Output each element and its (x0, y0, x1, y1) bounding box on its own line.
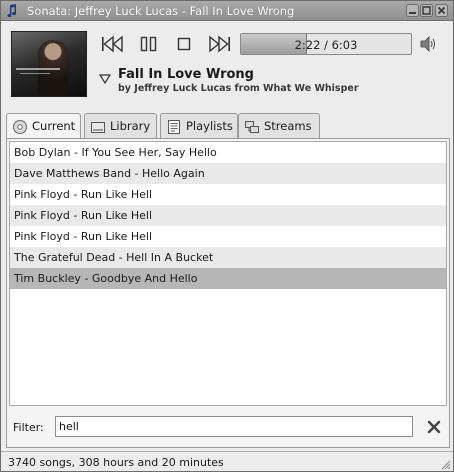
playlist-row[interactable]: The Grateful Dead - Hell In A Bucket (10, 247, 446, 268)
maximize-icon[interactable] (420, 4, 433, 17)
tab-current[interactable]: Current (6, 113, 81, 140)
music-note-icon (7, 4, 17, 18)
status-bar: 3740 songs, 308 hours and 20 minutes (1, 451, 453, 471)
sonata-window: Sonata: Jeffrey Luck Lucas - Fall In Lov… (0, 0, 454, 472)
skip-forward-icon[interactable] (206, 32, 232, 56)
minimize-icon[interactable] (406, 4, 419, 17)
playlist-row[interactable]: Pink Floyd - Run Like Hell (10, 184, 446, 205)
tab-playlists[interactable]: Playlists (160, 113, 238, 139)
tab-streams[interactable]: Streams (238, 113, 320, 139)
drive-icon (91, 122, 105, 133)
player-area: 2:22 / 6:03 Fall In Love Wrong by Jeffre… (1, 22, 453, 108)
filter-label: Filter: (13, 421, 44, 434)
tab-library[interactable]: Library (84, 113, 157, 139)
current-playlist-panel: Bob Dylan - If You See Her, Say Hello Da… (6, 138, 450, 448)
cover-text-line (16, 68, 60, 70)
document-list-icon (168, 120, 180, 134)
progress-bar[interactable]: 2:22 / 6:03 (240, 33, 412, 55)
expander-triangle-icon[interactable] (99, 74, 111, 84)
song-artist-album: by Jeffrey Luck Lucas from What We Whisp… (118, 83, 359, 94)
speaker-icon[interactable] (419, 35, 437, 53)
playlist-row[interactable]: Pink Floyd - Run Like Hell (10, 226, 446, 247)
title-bar[interactable]: Sonata: Jeffrey Luck Lucas - Fall In Lov… (1, 1, 453, 21)
tab-label: Current (32, 119, 76, 133)
stop-icon[interactable] (171, 32, 197, 56)
progress-time: 2:22 / 6:03 (294, 38, 358, 52)
status-text: 3740 songs, 308 hours and 20 minutes (8, 456, 224, 469)
playlist-row[interactable]: Bob Dylan - If You See Her, Say Hello (10, 142, 446, 163)
tab-label: Streams (264, 119, 312, 133)
playlist-row[interactable]: Dave Matthews Band - Hello Again (10, 163, 446, 184)
close-icon[interactable] (435, 4, 448, 17)
pause-icon[interactable] (136, 32, 162, 56)
filter-input[interactable] (55, 416, 413, 437)
album-cover[interactable] (11, 31, 87, 97)
playlist-row[interactable]: Tim Buckley - Goodbye And Hello (10, 268, 446, 289)
clear-filter-icon[interactable] (427, 420, 441, 434)
playlist-list[interactable]: Bob Dylan - If You See Her, Say Hello Da… (9, 141, 447, 406)
window-title: Sonata: Jeffrey Luck Lucas - Fall In Lov… (27, 4, 295, 18)
network-icon (245, 121, 259, 133)
skip-back-icon[interactable] (100, 32, 126, 56)
cover-text-line (20, 73, 50, 74)
playlist-row[interactable]: Pink Floyd - Run Like Hell (10, 205, 446, 226)
tab-label: Library (110, 119, 151, 133)
tab-label: Playlists (186, 119, 233, 133)
resize-grip-icon[interactable] (439, 458, 451, 470)
song-title: Fall In Love Wrong (118, 67, 254, 82)
disc-icon (13, 120, 27, 134)
